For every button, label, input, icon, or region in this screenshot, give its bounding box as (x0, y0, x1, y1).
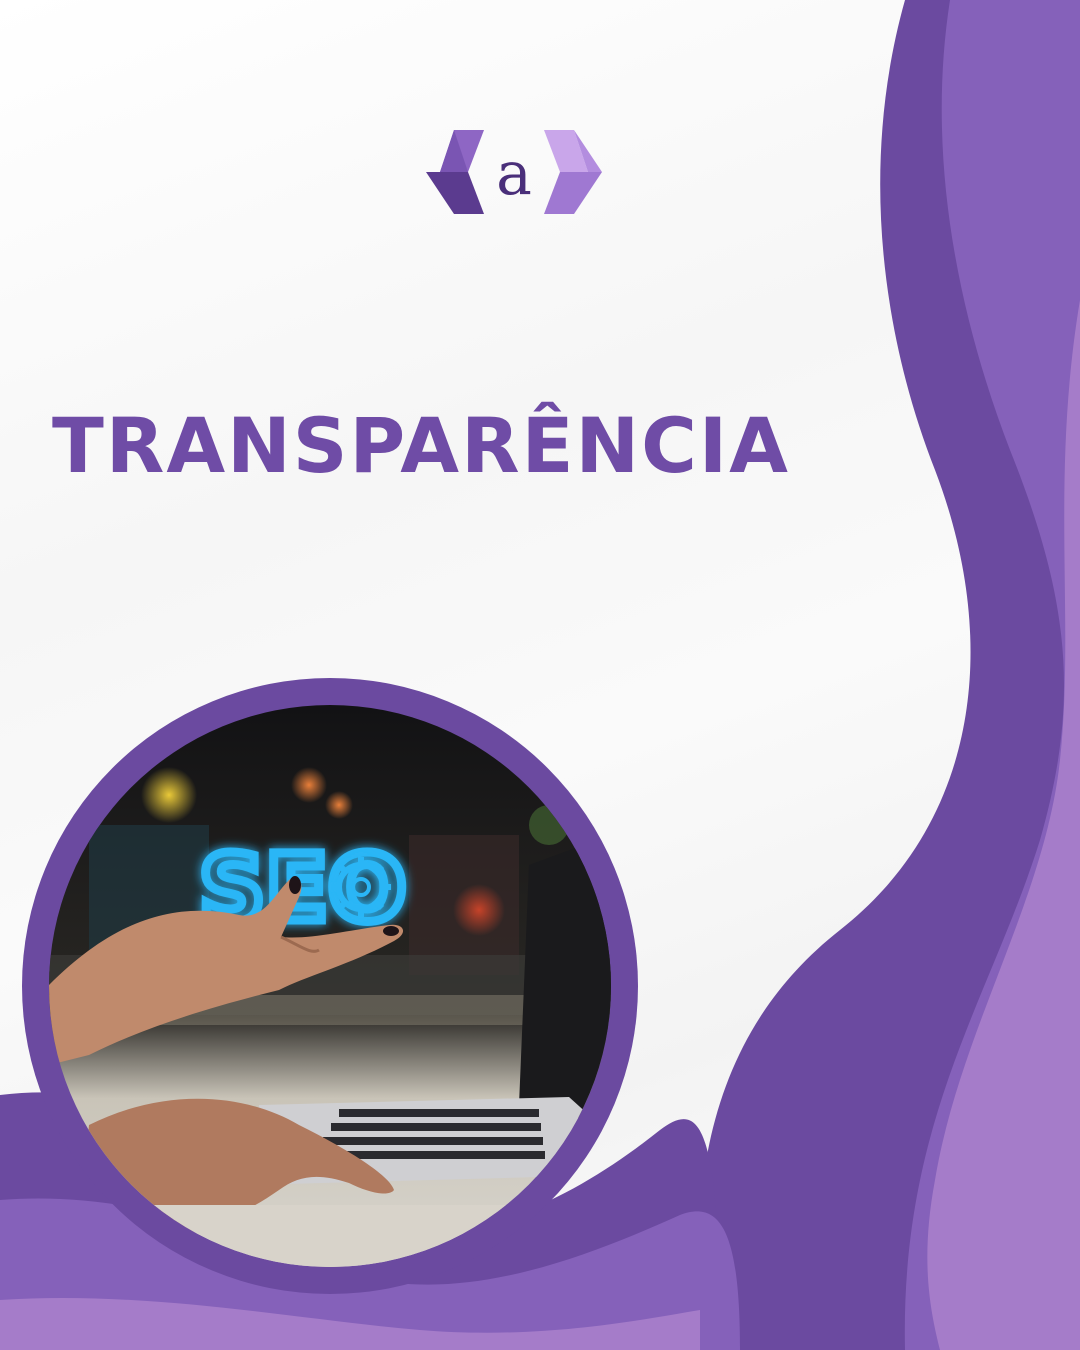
post-canvas: a TRANSPARÊNCIA SEO (0, 0, 1080, 1350)
seo-laptop-photo: SEO (49, 705, 611, 1267)
logo-letter: a (496, 139, 532, 209)
brand-logo: a (426, 130, 602, 214)
headline: TRANSPARÊNCIA (52, 401, 790, 490)
